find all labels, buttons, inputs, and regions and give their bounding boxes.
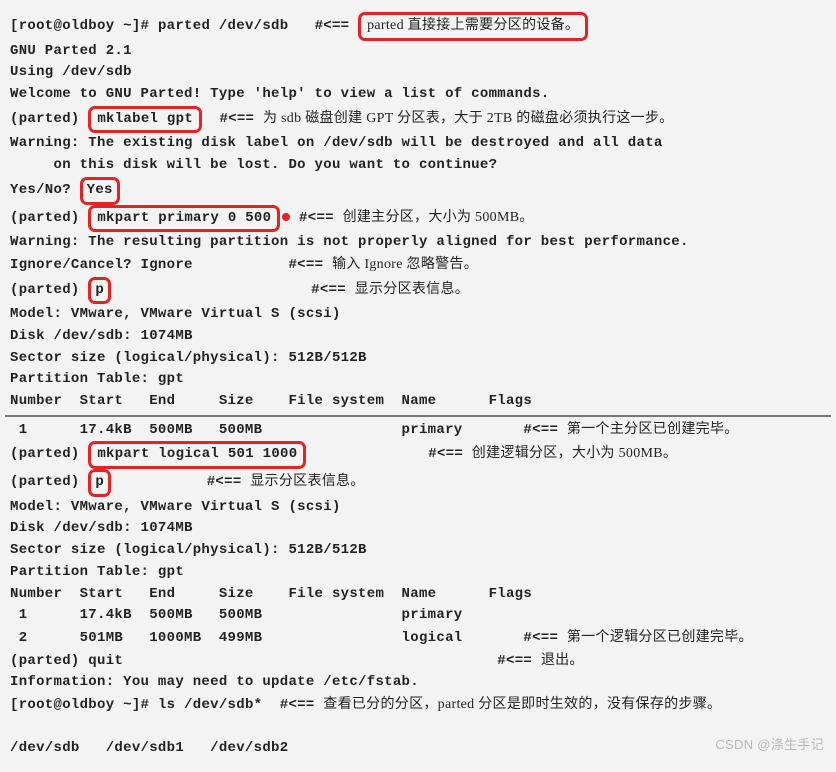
out-sector: Sector size (logical/physical): 512B/512… — [10, 348, 826, 370]
out-warn2: Warning: The resulting partition is not … — [10, 232, 826, 254]
table-row: 1 17.4kB 500MB 500MB primary — [10, 422, 462, 438]
out-disk: Disk /dev/sdb: 1074MB — [10, 326, 826, 348]
annotation-quit: 退出。 — [541, 653, 584, 668]
arrow-icon: #<== — [219, 111, 263, 127]
out-quit: (parted) quit — [10, 653, 123, 669]
parted-prompt: (parted) — [10, 474, 88, 490]
terminal-line: (parted) p #<== 显示分区表信息。 — [10, 277, 826, 305]
out-warn1b: on this disk will be lost. Do you want t… — [10, 155, 826, 177]
terminal-line: (parted) mkpart logical 501 1000 #<== 创建… — [10, 441, 826, 469]
arrow-icon: #<== — [523, 630, 567, 646]
ic-prompt: Ignore/Cancel? — [10, 257, 141, 273]
out-sector2: Sector size (logical/physical): 512B/512… — [10, 540, 826, 562]
terminal-line: [root@oldboy ~]# parted /dev/sdb #<== pa… — [10, 12, 826, 41]
parted-prompt: (parted) — [10, 282, 88, 298]
terminal-line: Ignore/Cancel? Ignore #<== 输入 Ignore 忽略警… — [10, 254, 826, 277]
out-ptable2: Partition Table: gpt — [10, 562, 826, 584]
arrow-icon: #<== — [497, 653, 541, 669]
table-row: 2 501MB 1000MB 499MB logical — [10, 630, 462, 646]
arrow-icon: #<== — [428, 446, 472, 462]
annotation-firstp: 第一个主分区已创建完毕。 — [567, 422, 739, 437]
out-ptable: Partition Table: gpt — [10, 369, 826, 391]
annotation-device: parted 直接接上需要分区的设备。 — [358, 12, 588, 41]
yesno-prompt: Yes/No? — [10, 182, 80, 198]
out-welcome: Welcome to GNU Parted! Type 'help' to vi… — [10, 84, 826, 106]
out-model: Model: VMware, VMware Virtual S (scsi) — [10, 304, 826, 326]
arrow-icon: #<== — [315, 18, 359, 34]
out-disk2: Disk /dev/sdb: 1074MB — [10, 518, 826, 540]
out-gnu: GNU Parted 2.1 — [10, 41, 826, 63]
table-row: 1 17.4kB 500MB 500MB primary — [10, 605, 826, 627]
terminal-line: 1 17.4kB 500MB 500MB primary #<== 第一个主分区… — [10, 419, 826, 442]
parted-prompt: (parted) — [10, 446, 88, 462]
cmd-ls: ls /dev/sdb* — [158, 697, 262, 713]
annotation-ls: 查看已分的分区，parted 分区是即时生效的，没有保存的步骤。 — [323, 697, 721, 712]
out-header2: Number Start End Size File system Name F… — [10, 584, 826, 606]
out-info: Information: You may need to update /etc… — [10, 672, 826, 694]
annotation-primary: 创建主分区，大小为 500MB。 — [343, 210, 534, 225]
cmd-parted: parted /dev/sdb — [158, 18, 289, 34]
input-mkpart-logical[interactable]: mkpart logical 501 1000 — [88, 441, 306, 469]
annotation-logical: 创建逻辑分区，大小为 500MB。 — [472, 446, 677, 461]
terminal-line — [10, 717, 826, 739]
shell-prompt: [root@oldboy ~]# — [10, 18, 158, 34]
annotation-gpt: 为 sdb 磁盘创建 GPT 分区表，大于 2TB 的磁盘必须执行这一步。 — [263, 111, 674, 126]
terminal-line: (parted) p #<== 显示分区表信息。 — [10, 469, 826, 497]
input-ignore[interactable]: Ignore — [141, 257, 193, 273]
input-mklabel[interactable]: mklabel gpt — [88, 106, 202, 134]
out-header: Number Start End Size File system Name F… — [10, 391, 826, 413]
input-mkpart-primary[interactable]: mkpart primary 0 500 — [88, 205, 280, 233]
section-divider — [5, 415, 831, 417]
annotation-show1: 显示分区表信息。 — [355, 282, 469, 297]
arrow-icon: #<== — [288, 257, 332, 273]
terminal-line: (parted) quit #<== 退出。 — [10, 650, 826, 673]
terminal-line: (parted) mkpart primary 0 500 #<== 创建主分区… — [10, 205, 826, 233]
out-using: Using /dev/sdb — [10, 62, 826, 84]
terminal-line: Yes/No? Yes — [10, 177, 826, 205]
arrow-icon: #<== — [299, 210, 343, 226]
out-ls: /dev/sdb /dev/sdb1 /dev/sdb2 — [10, 738, 826, 760]
terminal-line: (parted) mklabel gpt #<== 为 sdb 磁盘创建 GPT… — [10, 106, 826, 134]
arrow-icon: #<== — [280, 697, 324, 713]
input-p2[interactable]: p — [88, 469, 111, 497]
arrow-icon: #<== — [207, 474, 251, 490]
input-yes[interactable]: Yes — [80, 177, 120, 205]
parted-prompt: (parted) — [10, 111, 88, 127]
annotation-ignore: 输入 Ignore 忽略警告。 — [332, 257, 478, 272]
arrow-icon: #<== — [523, 422, 567, 438]
out-model2: Model: VMware, VMware Virtual S (scsi) — [10, 497, 826, 519]
terminal-line: [root@oldboy ~]# ls /dev/sdb* #<== 查看已分的… — [10, 694, 826, 717]
annotation-show2: 显示分区表信息。 — [250, 474, 364, 489]
input-p[interactable]: p — [88, 277, 111, 305]
watermark: CSDN @涤生手记 — [715, 735, 824, 755]
annotation-firstl: 第一个逻辑分区已创建完毕。 — [567, 630, 753, 645]
arrow-icon: #<== — [311, 282, 355, 298]
out-warn1a: Warning: The existing disk label on /dev… — [10, 133, 826, 155]
shell-prompt: [root@oldboy ~]# — [10, 697, 158, 713]
terminal-line: 2 501MB 1000MB 499MB logical #<== 第一个逻辑分… — [10, 627, 826, 650]
parted-prompt: (parted) — [10, 210, 88, 226]
red-dot-icon — [282, 213, 290, 221]
